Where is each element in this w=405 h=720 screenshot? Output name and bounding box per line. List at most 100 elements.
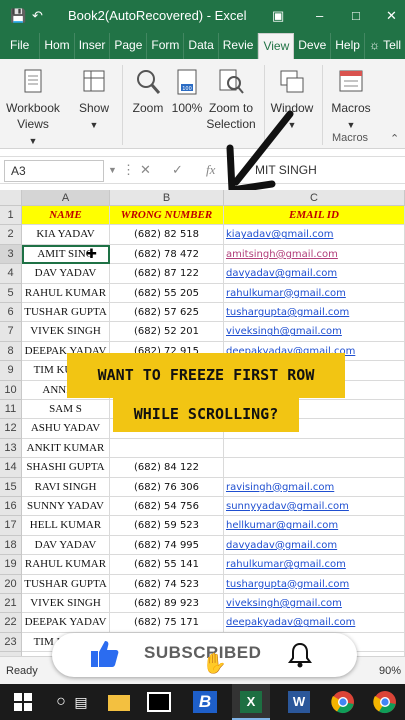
name-cell[interactable]: VIVEK SINGH [22, 322, 110, 342]
name-cell[interactable]: VIVEK SINGH [22, 594, 110, 614]
tab-developer[interactable]: Deve [294, 33, 332, 59]
row-header[interactable]: 16 [0, 497, 22, 517]
column-header-a[interactable]: A [22, 190, 110, 206]
name-cell[interactable]: SUNNY YADAV [22, 497, 110, 517]
number-cell[interactable] [110, 438, 224, 459]
email-cell[interactable]: davyadav@gmail.com [224, 264, 405, 284]
email-cell[interactable]: davyadav@gmail.com [224, 535, 405, 556]
email-cell[interactable] [224, 458, 405, 478]
row-header[interactable]: 21 [0, 594, 22, 614]
number-cell[interactable]: (682) 76 306 [110, 477, 224, 497]
name-cell[interactable]: HELL KUMAR [22, 516, 110, 536]
row-header[interactable]: 20 [0, 574, 22, 594]
row-header[interactable]: 4 [0, 264, 22, 284]
email-cell[interactable]: viveksingh@gmail.com [224, 594, 405, 614]
tab-review[interactable]: Revie [219, 33, 259, 59]
save-icon[interactable]: 💾 [10, 8, 26, 24]
number-cell[interactable]: (682) 78 472 [110, 244, 224, 265]
number-cell[interactable]: (682) 75 171 [110, 613, 224, 633]
name-cell[interactable]: ASHU YADAV [22, 419, 110, 439]
tab-insert[interactable]: Inser [75, 33, 111, 59]
number-cell[interactable]: (682) 57 625 [110, 303, 224, 323]
header-cell-email[interactable]: EMAIL ID [224, 206, 405, 226]
email-cell[interactable]: viveksingh@gmail.com [224, 322, 405, 342]
name-cell[interactable]: RAHUL KUMAR [22, 283, 110, 303]
insert-function-icon[interactable]: fx [206, 162, 215, 178]
options-icon[interactable]: ⋮ [122, 162, 135, 178]
word-taskbar-icon[interactable]: W [280, 684, 318, 720]
task-view-icon[interactable]: ▤ [62, 684, 100, 720]
name-cell[interactable]: TUSHAR GUPTA [22, 303, 110, 323]
row-header[interactable]: 18 [0, 535, 22, 556]
name-box[interactable]: A3 [4, 160, 104, 182]
name-box-dropdown-icon[interactable]: ▼ [108, 165, 117, 175]
bell-icon[interactable] [286, 641, 314, 669]
name-cell[interactable]: RAVI SINGH [22, 477, 110, 497]
windows-start-icon[interactable] [4, 684, 42, 720]
row-header[interactable]: 19 [0, 555, 22, 575]
row-header[interactable]: 8 [0, 341, 22, 362]
number-cell[interactable]: (682) 59 523 [110, 516, 224, 536]
header-cell-number[interactable]: WRONG NUMBER [110, 206, 224, 226]
email-cell[interactable]: ravisingh@gmail.com [224, 477, 405, 497]
name-cell[interactable]: TUSHAR GUPTA [22, 574, 110, 594]
thumbs-up-icon[interactable] [88, 638, 120, 670]
tab-page-layout[interactable]: Page [110, 33, 148, 59]
workbook-views-button[interactable]: Workbook Views ▼ [4, 67, 62, 149]
name-cell[interactable]: DEEPAK YADAV [22, 613, 110, 633]
chrome-icon[interactable] [324, 684, 362, 720]
file-explorer-icon[interactable] [100, 684, 138, 720]
email-cell[interactable]: rahulkumar@gmail.com [224, 555, 405, 575]
number-cell[interactable]: (682) 74 995 [110, 535, 224, 556]
row-header[interactable]: 5 [0, 283, 22, 303]
tab-file[interactable]: File [0, 33, 41, 59]
email-cell[interactable]: rahulkumar@gmail.com [224, 283, 405, 303]
number-cell[interactable]: (682) 55 141 [110, 555, 224, 575]
number-cell[interactable]: (682) 89 923 [110, 594, 224, 614]
header-cell-name[interactable]: NAME [22, 206, 110, 226]
number-cell[interactable]: (682) 82 518 [110, 225, 224, 245]
email-cell[interactable]: tushargupta@gmail.com [224, 303, 405, 323]
email-cell[interactable]: sunnyyadav@gmail.com [224, 497, 405, 517]
app-b-icon[interactable]: B [186, 684, 224, 720]
close-icon[interactable]: ✕ [386, 8, 397, 24]
tab-help[interactable]: Help [331, 33, 365, 59]
email-cell[interactable]: deepakyadav@gmail.com [224, 613, 405, 633]
tab-tell-me[interactable]: ☼ Tell m [365, 33, 405, 59]
minimize-icon[interactable]: – [316, 8, 323, 23]
collapse-ribbon-icon[interactable]: ⌃ [390, 132, 399, 145]
name-cell[interactable]: DAV YADAV [22, 535, 110, 556]
cancel-icon[interactable]: ✕ [140, 162, 151, 178]
email-cell[interactable]: tushargupta@gmail.com [224, 574, 405, 594]
row-header[interactable]: 9 [0, 361, 22, 381]
name-cell[interactable]: KIA YADAV [22, 225, 110, 245]
row-header[interactable]: 23 [0, 632, 22, 653]
row-header[interactable]: 22 [0, 613, 22, 633]
tab-view[interactable]: View [258, 33, 295, 59]
name-cell[interactable]: RAHUL KUMAR [22, 555, 110, 575]
row-header[interactable]: 6 [0, 303, 22, 323]
zoom-level[interactable]: 90% [379, 665, 401, 677]
zoom-100-button[interactable]: 100 100% [170, 67, 204, 116]
ribbon-display-icon[interactable]: ▣ [272, 8, 284, 24]
name-cell[interactable]: SHASHI GUPTA [22, 458, 110, 478]
row-header[interactable]: 11 [0, 400, 22, 420]
maximize-icon[interactable]: □ [352, 8, 360, 23]
select-all-corner[interactable] [0, 190, 22, 206]
tab-home[interactable]: Hom [40, 33, 75, 59]
row-header[interactable]: 13 [0, 438, 22, 459]
number-cell[interactable]: (682) 55 205 [110, 283, 224, 303]
row-header[interactable]: 7 [0, 322, 22, 342]
chrome-icon[interactable] [366, 684, 404, 720]
name-cell[interactable]: SAM S [22, 400, 110, 420]
macros-button[interactable]: Macros ▼ [328, 67, 374, 133]
email-cell[interactable]: kiayadav@gmail.com [224, 225, 405, 245]
email-cell[interactable] [224, 438, 405, 459]
number-cell[interactable]: (682) 87 122 [110, 264, 224, 284]
number-cell[interactable]: (682) 74 523 [110, 574, 224, 594]
number-cell[interactable]: (682) 54 756 [110, 497, 224, 517]
app-icon[interactable] [140, 684, 178, 720]
row-header[interactable]: 2 [0, 225, 22, 245]
row-header[interactable]: 10 [0, 380, 22, 400]
row-header[interactable]: 14 [0, 458, 22, 478]
